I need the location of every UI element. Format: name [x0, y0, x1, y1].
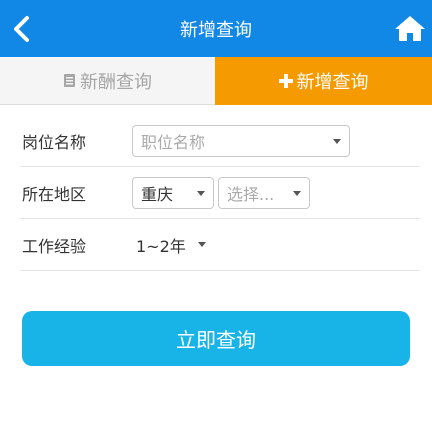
- region-label: 所在地区: [22, 184, 87, 204]
- tab-label: 新酬查询: [80, 71, 152, 93]
- search-now-button[interactable]: 立即查询: [22, 311, 410, 366]
- tab-bar: 新酬查询 新增查询: [0, 57, 432, 105]
- top-bar: 新增查询: [0, 0, 432, 57]
- document-icon: [63, 73, 76, 88]
- position-select[interactable]: 职位名称: [132, 124, 350, 157]
- dropdown-arrow-icon: [293, 190, 301, 196]
- plus-icon: [278, 74, 293, 88]
- dropdown-arrow-icon: [198, 241, 206, 247]
- district-select[interactable]: 选择...: [218, 176, 310, 209]
- tab-new-query[interactable]: 新增查询: [215, 57, 432, 105]
- dropdown-arrow-icon: [333, 138, 341, 144]
- experience-value: 1~2年: [136, 236, 186, 256]
- city-value: 重庆: [141, 184, 174, 204]
- home-button[interactable]: [394, 14, 426, 44]
- home-icon: [395, 16, 425, 41]
- experience-row: 工作经验 1~2年: [20, 219, 420, 271]
- chevron-left-icon: [14, 16, 29, 42]
- experience-label: 工作经验: [22, 236, 87, 256]
- back-button[interactable]: [10, 14, 34, 44]
- position-row: 岗位名称 职位名称: [20, 115, 420, 167]
- position-placeholder: 职位名称: [141, 132, 206, 152]
- experience-select[interactable]: 1~2年: [132, 228, 214, 261]
- district-placeholder: 选择...: [227, 184, 275, 204]
- dropdown-arrow-icon: [197, 190, 205, 196]
- page-title: 新增查询: [180, 19, 252, 41]
- region-row: 所在地区 重庆 选择...: [20, 167, 420, 219]
- tab-label: 新增查询: [296, 72, 369, 93]
- tab-salary-query[interactable]: 新酬查询: [0, 57, 215, 105]
- position-label: 岗位名称: [22, 132, 87, 152]
- city-select[interactable]: 重庆: [132, 176, 214, 209]
